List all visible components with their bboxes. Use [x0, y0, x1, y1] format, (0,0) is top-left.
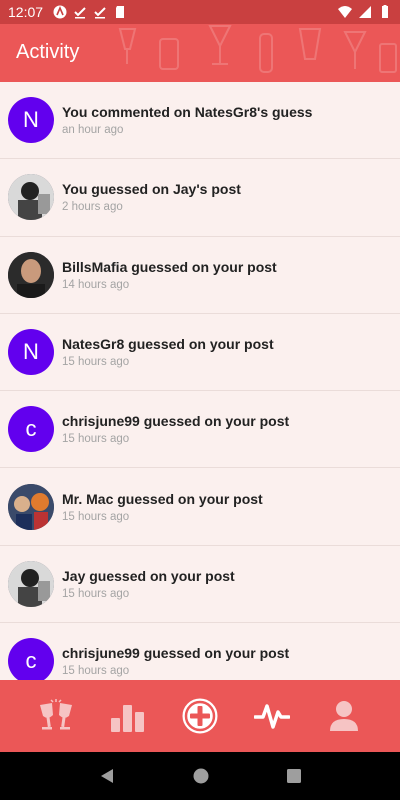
check-icon: [74, 7, 86, 19]
activity-time: 15 hours ago: [62, 356, 130, 369]
activity-item[interactable]: BillsMafia guessed on your post 14 hours…: [0, 237, 400, 314]
activity-item[interactable]: c chrisjune99 guessed on your post 15 ho…: [0, 391, 400, 469]
system-nav-bar: [0, 752, 400, 800]
profile-icon: [330, 701, 358, 731]
notification-icons: [53, 5, 127, 19]
activity-time: 14 hours ago: [62, 278, 130, 291]
avatar: c: [8, 406, 54, 453]
activity-item[interactable]: Mr. Mac guessed on your post 15 hours ag…: [0, 468, 400, 546]
signal-icon: [359, 6, 371, 18]
cheers-icon: [40, 699, 72, 730]
activity-pulse-icon: [254, 704, 290, 729]
nav-add-button[interactable]: [178, 694, 222, 738]
nav-profile-button[interactable]: [322, 694, 366, 738]
activity-item[interactable]: N NatesGr8 guessed on your post 15 hours…: [0, 314, 400, 392]
avatar: [8, 251, 54, 298]
activity-time: 15 hours ago: [62, 587, 130, 600]
recents-icon[interactable]: [286, 768, 302, 784]
activity-text: NatesGr8 guessed on your post: [62, 336, 274, 353]
avatar: [8, 174, 54, 221]
activity-item[interactable]: Jay guessed on your post 15 hours ago: [0, 546, 400, 624]
avatar: [8, 560, 54, 607]
activity-text: You guessed on Jay's post: [62, 181, 241, 198]
sd-card-icon: [116, 6, 125, 18]
home-icon[interactable]: [191, 766, 211, 786]
avatar: N: [8, 97, 54, 144]
activity-item[interactable]: N You commented on NatesGr8's guess an h…: [0, 82, 400, 160]
activity-text: BillsMafia guessed on your post: [62, 258, 277, 275]
add-circle-icon: [180, 696, 220, 736]
avatar: c: [8, 638, 54, 680]
activity-list[interactable]: N You commented on NatesGr8's guess an h…: [0, 82, 400, 680]
activity-time: 15 hours ago: [62, 510, 130, 523]
activity-text: chrisjune99 guessed on your post: [62, 645, 290, 662]
nav-stats-button[interactable]: [106, 694, 150, 738]
activity-text: Jay guessed on your post: [62, 567, 235, 584]
nav-activity-button[interactable]: [250, 694, 294, 738]
avatar: N: [8, 329, 54, 376]
activity-text: You commented on NatesGr8's guess: [62, 104, 313, 121]
back-icon[interactable]: [98, 767, 116, 785]
battery-icon: [382, 5, 388, 18]
activity-item[interactable]: c chrisjune99 guessed on your post 15 ho…: [0, 623, 400, 680]
avatar: [8, 483, 54, 530]
app-notification-icon: [53, 5, 67, 19]
activity-item[interactable]: You guessed on Jay's post 2 hours ago: [0, 159, 400, 237]
activity-time: 15 hours ago: [62, 665, 130, 678]
app-bar: Activity: [0, 24, 400, 82]
activity-text: Mr. Mac guessed on your post: [62, 490, 263, 507]
activity-time: 15 hours ago: [62, 433, 130, 446]
bottom-nav: [0, 680, 400, 752]
activity-time: 2 hours ago: [62, 201, 123, 214]
page-title: Activity: [16, 41, 80, 63]
activity-time: an hour ago: [62, 124, 124, 137]
activity-text: chrisjune99 guessed on your post: [62, 413, 290, 430]
bar-chart-icon: [111, 705, 144, 732]
status-bar: 12:07: [0, 0, 400, 24]
nav-cheers-button[interactable]: [34, 694, 78, 738]
drinks-pattern: [118, 25, 397, 73]
status-time: 12:07: [8, 4, 44, 20]
wifi-icon: [338, 6, 352, 18]
check-icon: [94, 7, 106, 19]
